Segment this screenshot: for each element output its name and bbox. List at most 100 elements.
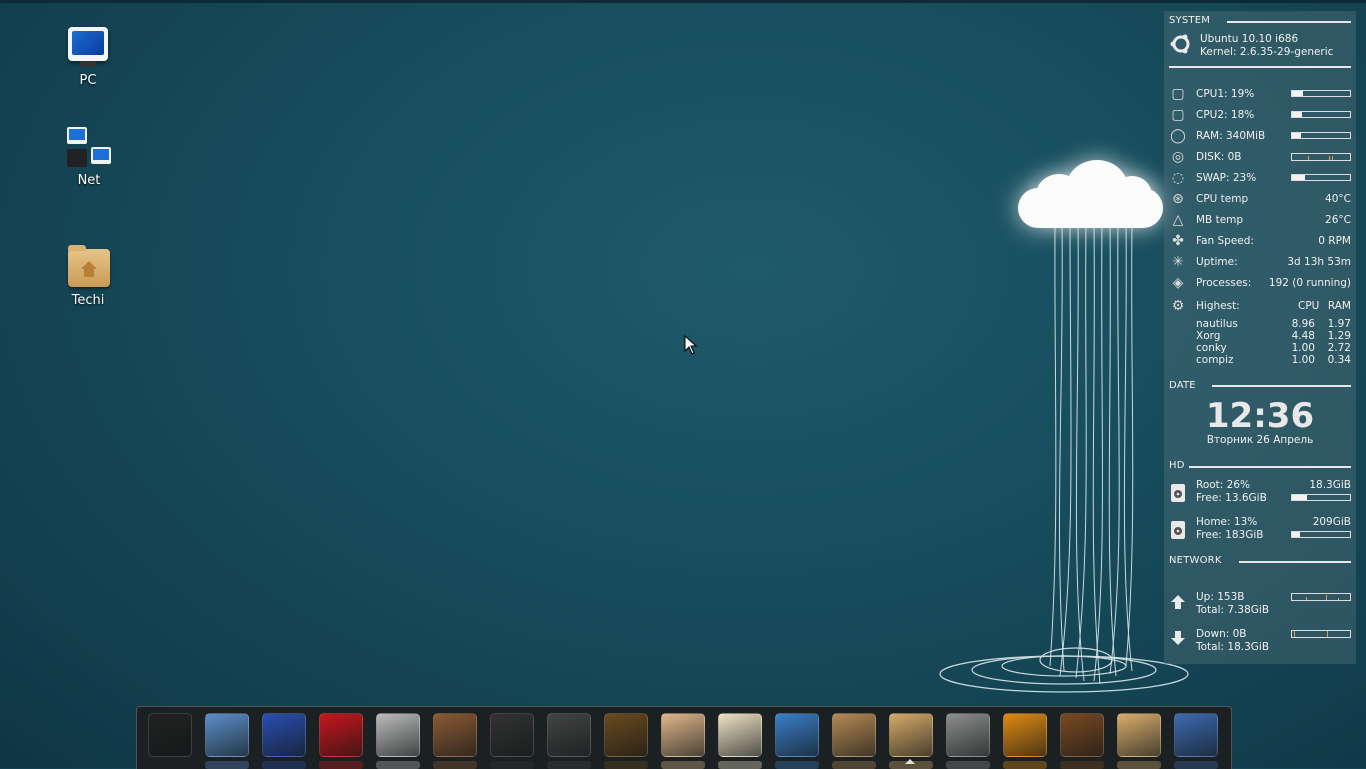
cpu-temp-icon: ⊛ <box>1172 191 1184 207</box>
drive-usage: Root: 26% <box>1196 479 1251 491</box>
fan-icon: ✤ <box>1172 233 1184 249</box>
swap-icon: ◌ <box>1171 170 1185 186</box>
desktop-icon-net[interactable]: Net <box>44 125 134 188</box>
net-up-total: Total: 7.38GiB <box>1196 604 1270 616</box>
system-row: ✳ Uptime: 3d 13h 53m <box>1169 253 1351 271</box>
ubuntu-logo-icon <box>1170 33 1192 55</box>
system-row-label: CPU temp <box>1196 193 1249 205</box>
divider <box>1239 561 1351 563</box>
chat-bubble-icon[interactable] <box>775 713 819 757</box>
disk-icon: ◎ <box>1171 149 1185 165</box>
desktop-icon-pc[interactable]: PC <box>43 25 133 88</box>
system-row-value: 0 RPM <box>1318 235 1351 247</box>
os-version: Ubuntu 10.10 i686 <box>1200 33 1299 45</box>
system-header: SYSTEM <box>1169 15 1211 26</box>
chromium-icon[interactable] <box>205 713 249 757</box>
movie-player-icon[interactable] <box>547 713 591 757</box>
process-cpu: 1.00 <box>1291 342 1315 354</box>
net-down-total: Total: 18.3GiB <box>1196 641 1270 653</box>
usage-bar <box>1291 174 1351 181</box>
process-cpu: 4.48 <box>1291 330 1315 342</box>
divider <box>1169 66 1351 68</box>
desktop-icon-label: PC <box>79 73 97 88</box>
process-name: compiz <box>1196 354 1234 366</box>
paint-palette-icon[interactable] <box>661 713 705 757</box>
computer-icon <box>66 25 110 69</box>
date-header: DATE <box>1169 380 1196 391</box>
trash-icon[interactable] <box>946 713 990 757</box>
drive-size: 18.3GiB <box>1309 479 1351 491</box>
mb-temp-icon: △ <box>1172 212 1184 228</box>
dock <box>136 706 1232 769</box>
text-editor-icon[interactable] <box>1174 713 1218 757</box>
system-row: ◯ RAM: 340MiB <box>1169 127 1351 145</box>
terminal-icon[interactable] <box>148 713 192 757</box>
process-name: conky <box>1196 342 1227 354</box>
system-row: ▢ CPU1: 19% <box>1169 85 1351 103</box>
system-row: ◎ DISK: 0B <box>1169 148 1351 166</box>
folder-icon[interactable] <box>1117 713 1161 757</box>
clock-time: 12:36 <box>1205 396 1315 436</box>
cpu-icon: ▢ <box>1171 86 1185 102</box>
system-row-label: Uptime: <box>1196 256 1238 268</box>
process-name: nautilus <box>1196 318 1238 330</box>
vlc-icon[interactable] <box>490 713 534 757</box>
system-row-value: 26°C <box>1325 214 1351 226</box>
home-folder-icon[interactable] <box>889 713 933 757</box>
desktop-icon-label: Techi <box>71 293 105 308</box>
processes-icon: ◈ <box>1172 275 1184 291</box>
gears-icon: ⚙ <box>1171 298 1185 314</box>
filezilla-icon[interactable] <box>319 713 363 757</box>
system-row-value: 40°C <box>1325 193 1351 205</box>
system-row-label: Processes: <box>1196 277 1252 289</box>
divider <box>1189 466 1351 468</box>
net-down-rate: Down: 0B <box>1196 628 1247 640</box>
top-edge <box>0 0 1366 3</box>
desktop-icon-label: Net <box>77 173 101 188</box>
system-row-label: Fan Speed: <box>1196 235 1254 247</box>
highest-label: Highest: <box>1196 300 1240 312</box>
divider <box>1212 385 1351 387</box>
drive-free: Free: 183GiB <box>1196 529 1264 541</box>
transmission-icon[interactable] <box>376 713 420 757</box>
running-indicator <box>905 759 915 764</box>
drive-usage-bar <box>1291 531 1351 538</box>
compass-safari-icon[interactable] <box>1003 713 1047 757</box>
system-row: ✤ Fan Speed: 0 RPM <box>1169 232 1351 250</box>
wallpaper-ripples <box>939 647 1189 693</box>
package-box-icon[interactable] <box>832 713 876 757</box>
usage-bar <box>1291 132 1351 139</box>
system-row-label: DISK: 0B <box>1196 151 1242 163</box>
browser-globe-icon[interactable] <box>262 713 306 757</box>
desktop-icon-techi[interactable]: Techi <box>43 245 133 308</box>
system-row: △ MB temp 26°C <box>1169 211 1351 229</box>
mail-letter-icon[interactable] <box>718 713 762 757</box>
system-row: ◌ SWAP: 23% <box>1169 169 1351 187</box>
net-up-graph <box>1291 593 1351 601</box>
process-ram: 0.34 <box>1327 354 1351 366</box>
divider <box>1227 21 1351 23</box>
hd-header: HD <box>1169 460 1185 471</box>
system-row: ▢ CPU2: 18% <box>1169 106 1351 124</box>
drive-usage: Home: 13% <box>1196 516 1258 528</box>
clock-date: Вторник 26 Апрель <box>1206 434 1314 446</box>
usage-bar <box>1291 111 1351 118</box>
system-row-label: CPU1: 19% <box>1196 88 1255 100</box>
mona-lisa-image-viewer-icon[interactable] <box>604 713 648 757</box>
kernel-version: Kernel: 2.6.35-29-generic <box>1200 46 1334 58</box>
system-row: ⊛ CPU temp 40°C <box>1169 190 1351 208</box>
activity-graph <box>1291 153 1351 161</box>
system-row-value: 192 (0 running) <box>1268 277 1351 289</box>
cpu-icon: ▢ <box>1171 107 1185 123</box>
process-cpu: 1.00 <box>1291 354 1315 366</box>
moose-icon[interactable] <box>1060 713 1104 757</box>
drive-free: Free: 13.6GiB <box>1196 492 1267 504</box>
system-row: ◈ Processes: 192 (0 running) <box>1169 274 1351 292</box>
speaker-icon[interactable] <box>433 713 477 757</box>
highest-header-row: ⚙ Highest: CPU RAM <box>1169 297 1351 315</box>
drive-usage-bar <box>1291 494 1351 501</box>
wallpaper-rain-strings <box>1049 226 1134 685</box>
network-header: NETWORK <box>1169 555 1222 566</box>
drive-size: 209GiB <box>1312 516 1351 528</box>
system-row-label: MB temp <box>1196 214 1244 226</box>
